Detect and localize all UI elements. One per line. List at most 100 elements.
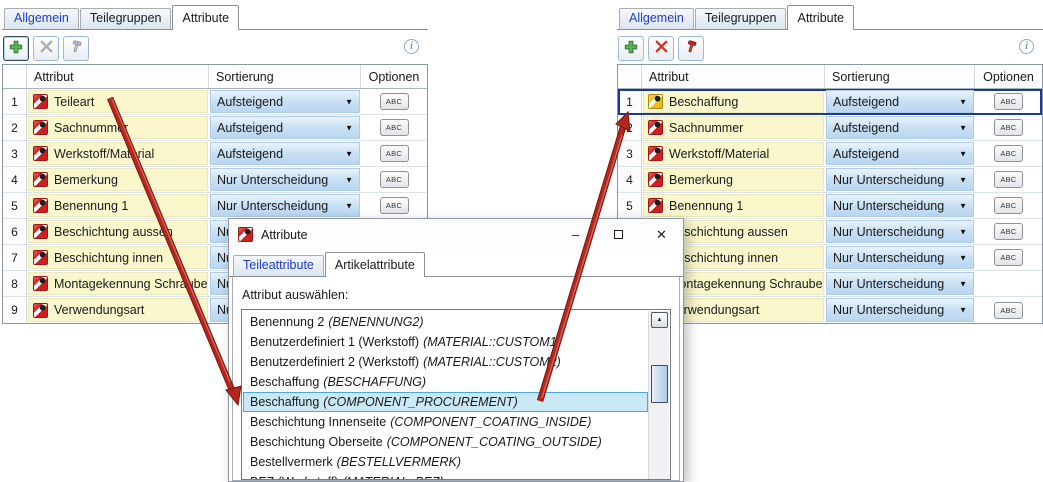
part-attribute-icon — [33, 120, 48, 135]
tab-artikelattribute[interactable]: Artikelattribute — [325, 252, 425, 277]
attribut-label: Sachnummer — [54, 121, 128, 135]
abc-options-button[interactable]: ABC — [994, 197, 1023, 214]
chevron-down-icon: ▼ — [959, 175, 967, 184]
list-item[interactable]: Beschichtung Innenseite(COMPONENT_COATIN… — [243, 412, 648, 432]
abc-options-button[interactable]: ABC — [994, 93, 1023, 110]
abc-options-button[interactable]: ABC — [994, 145, 1023, 162]
part-attribute-icon — [33, 172, 48, 187]
list-item[interactable]: Benutzerdefiniert 1 (Werkstoff)(MATERIAL… — [243, 332, 648, 352]
tab-allgemein[interactable]: Allgemein — [4, 8, 79, 29]
table-row[interactable]: 3Werkstoff/MaterialAufsteigend▼ABC — [3, 141, 427, 167]
header-attribut: Attribut — [27, 65, 209, 88]
sortierung-dropdown[interactable]: Nur Unterscheidung▼ — [826, 168, 974, 191]
attribut-label: Werkstoff/Material — [669, 147, 769, 161]
sortierung-value: Aufsteigend — [833, 147, 899, 161]
delete-attribute-button[interactable] — [33, 36, 59, 61]
tab-teilegruppen[interactable]: Teilegruppen — [80, 8, 172, 29]
table-row[interactable]: 4BemerkungNur Unterscheidung▼ABC — [3, 167, 427, 193]
abc-options-button[interactable]: ABC — [994, 249, 1023, 266]
sortierung-dropdown[interactable]: Aufsteigend▼ — [826, 142, 974, 165]
scrollbar-thumb[interactable] — [651, 365, 668, 403]
sortierung-dropdown[interactable]: Nur Unterscheidung▼ — [826, 272, 974, 295]
attribute-code: (MATERIAL::CUSTOM1) — [423, 335, 561, 349]
attribute-name: Benennung 2 — [250, 315, 324, 329]
scroll-up-button[interactable]: ▲ — [651, 312, 668, 328]
maximize-button[interactable] — [597, 219, 640, 250]
part-attribute-icon — [33, 303, 48, 318]
abc-options-button[interactable]: ABC — [380, 119, 409, 136]
list-item[interactable]: Bestellvermerk(BESTELLVERMERK) — [243, 452, 648, 472]
table-row[interactable]: 5Benennung 1Nur Unterscheidung▼ABC — [3, 193, 427, 219]
list-item[interactable]: Beschichtung Oberseite(COMPONENT_COATING… — [243, 432, 648, 452]
sortierung-dropdown[interactable]: Nur Unterscheidung▼ — [210, 168, 360, 191]
table-row[interactable]: 5Benennung 1Nur Unterscheidung▼ABC — [618, 193, 1042, 219]
attribut-cell: Verwendungsart — [28, 298, 208, 322]
sortierung-dropdown[interactable]: Aufsteigend▼ — [826, 90, 974, 113]
attribut-label: Benennung 1 — [669, 199, 743, 213]
optionen-cell: ABC — [361, 141, 427, 166]
table-row[interactable]: 2SachnummerAufsteigend▼ABC — [618, 115, 1042, 141]
abc-options-button[interactable]: ABC — [994, 302, 1023, 319]
tab-teilegruppen[interactable]: Teilegruppen — [695, 8, 787, 29]
list-item[interactable]: BEZ (Werkstoff)(MATERIAL::BEZ) — [243, 472, 648, 480]
table-row[interactable]: 3Werkstoff/MaterialAufsteigend▼ABC — [618, 141, 1042, 167]
list-item[interactable]: Beschaffung(COMPONENT_PROCUREMENT) — [243, 392, 648, 412]
dialog-titlebar[interactable]: Attribute – ✕ — [229, 219, 683, 250]
sortierung-value: Nur Unterscheidung — [833, 225, 944, 239]
table-row[interactable]: 2SachnummerAufsteigend▼ABC — [3, 115, 427, 141]
sortierung-dropdown[interactable]: Aufsteigend▼ — [210, 142, 360, 165]
attribut-label: Bemerkung — [54, 173, 118, 187]
attribut-label: Verwendungsart — [54, 303, 144, 317]
chevron-down-icon: ▼ — [345, 149, 353, 158]
abc-options-button[interactable]: ABC — [380, 197, 409, 214]
list-item[interactable]: Beschaffung(BESCHAFFUNG) — [243, 372, 648, 392]
sortierung-dropdown[interactable]: Nur Unterscheidung▼ — [210, 194, 360, 217]
abc-options-button[interactable]: ABC — [380, 145, 409, 162]
table-row[interactable]: 4BemerkungNur Unterscheidung▼ABC — [618, 167, 1042, 193]
tab-bar: Allgemein Teilegruppen Attribute — [617, 4, 1043, 30]
abc-options-button[interactable]: ABC — [380, 93, 409, 110]
minimize-button[interactable]: – — [554, 219, 597, 250]
info-icon[interactable]: i — [404, 39, 419, 54]
sortierung-dropdown[interactable]: Aufsteigend▼ — [826, 116, 974, 139]
part-attribute-icon — [33, 250, 48, 265]
edit-attribute-button[interactable] — [63, 36, 89, 61]
sortierung-dropdown[interactable]: Nur Unterscheidung▼ — [826, 220, 974, 243]
vertical-scrollbar[interactable]: ▲ — [648, 311, 669, 479]
close-button[interactable]: ✕ — [640, 219, 683, 250]
delete-attribute-button[interactable] — [648, 36, 674, 61]
attribute-name: BEZ (Werkstoff) — [250, 475, 338, 480]
sortierung-value: Nur Unterscheidung — [833, 303, 944, 317]
attribute-code: (COMPONENT_COATING_OUTSIDE) — [387, 435, 602, 449]
sortierung-dropdown[interactable]: Aufsteigend▼ — [210, 116, 360, 139]
list-item[interactable]: Benutzerdefiniert 2 (Werkstoff)(MATERIAL… — [243, 352, 648, 372]
tab-attribute[interactable]: Attribute — [787, 5, 854, 30]
chevron-down-icon: ▼ — [959, 97, 967, 106]
tab-allgemein[interactable]: Allgemein — [619, 8, 694, 29]
info-icon[interactable]: i — [1019, 39, 1034, 54]
optionen-cell: ABC — [975, 141, 1042, 166]
optionen-cell: ABC — [975, 89, 1042, 114]
tab-attribute[interactable]: Attribute — [172, 5, 239, 30]
optionen-cell: ABC — [975, 219, 1042, 244]
header-rownum — [3, 65, 27, 88]
abc-options-button[interactable]: ABC — [994, 223, 1023, 240]
tab-teileattribute[interactable]: Teileattribute — [233, 255, 324, 276]
optionen-cell: ABC — [975, 193, 1042, 218]
abc-options-button[interactable]: ABC — [380, 171, 409, 188]
header-rownum — [618, 65, 642, 88]
table-row[interactable]: 1TeileartAufsteigend▼ABC — [3, 89, 427, 115]
list-item[interactable]: Benennung 2(BENENNUNG2) — [243, 312, 648, 332]
sortierung-dropdown[interactable]: Nur Unterscheidung▼ — [826, 246, 974, 269]
table-row[interactable]: 1BeschaffungAufsteigend▼ABC — [618, 89, 1042, 115]
edit-attribute-button[interactable] — [678, 36, 704, 61]
sortierung-dropdown[interactable]: Aufsteigend▼ — [210, 90, 360, 113]
add-attribute-button[interactable] — [618, 36, 644, 61]
sortierung-dropdown[interactable]: Nur Unterscheidung▼ — [826, 298, 974, 322]
abc-options-button[interactable]: ABC — [994, 119, 1023, 136]
add-attribute-button[interactable] — [3, 36, 29, 61]
header-optionen: Optionen — [975, 65, 1042, 88]
delete-x-icon — [654, 39, 669, 57]
abc-options-button[interactable]: ABC — [994, 171, 1023, 188]
sortierung-dropdown[interactable]: Nur Unterscheidung▼ — [826, 194, 974, 217]
